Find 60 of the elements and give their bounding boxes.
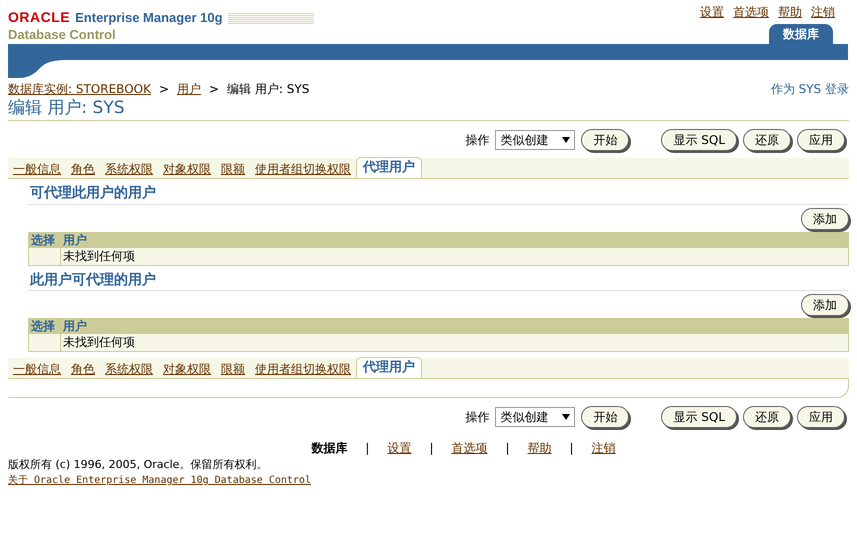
empty-message: 未找到任何项 [62, 248, 136, 265]
footer-separator: | [429, 441, 434, 456]
sub-tab[interactable]: 系统权限 [100, 360, 158, 378]
sub-tab[interactable]: 代理用户 [356, 357, 422, 378]
global-link[interactable]: 首选项 [733, 5, 769, 20]
about-link[interactable]: 关于 Oracle Enterprise Manager 10g Database Control [8, 475, 311, 486]
breadcrumb-separator: > [209, 82, 220, 96]
add-button[interactable]: 添加 [801, 208, 849, 230]
action-label: 操作 [465, 132, 490, 148]
footer-link[interactable]: 帮助 [528, 441, 552, 456]
column-header: 用户 [62, 319, 88, 334]
section-title: 此用户可代理的用户 [28, 272, 849, 292]
breadcrumb-link[interactable]: 用户 [177, 82, 202, 96]
sub-tab[interactable]: 对象权限 [158, 360, 216, 378]
oracle-logo: ORACLE [8, 9, 70, 26]
empty-message: 未找到任何项 [62, 334, 136, 352]
add-button[interactable]: 添加 [801, 294, 849, 316]
sub-tab[interactable]: 角色 [66, 160, 100, 178]
action-select[interactable]: 类似创建 [495, 130, 576, 150]
product-subtitle: Database Control [8, 26, 117, 43]
sub-tab[interactable]: 使用者组切换权限 [250, 360, 356, 378]
global-link[interactable]: 注销 [811, 5, 835, 20]
login-info: 作为 SYS 登录 [770, 82, 849, 96]
sub-tab[interactable]: 对象权限 [158, 160, 216, 178]
global-link[interactable]: 帮助 [778, 5, 802, 20]
page-title: 编辑 用户: SYS [8, 98, 849, 122]
footer-separator: | [365, 441, 370, 456]
footer-separator: | [506, 441, 510, 456]
go-button[interactable]: 开始 [581, 129, 630, 152]
sub-tab[interactable]: 系统权限 [100, 160, 158, 178]
copyright-text: 版权所有 (c) 1996, 2005, Oracle。保留所有权利。 [8, 458, 268, 472]
header-tab[interactable]: 数据库 [769, 24, 833, 44]
section-title: 可代理此用户的用户 [28, 185, 849, 205]
breadcrumb-separator: > [158, 82, 170, 96]
footer-link[interactable]: 设置 [387, 441, 412, 456]
action-button[interactable]: 显示 SQL [661, 129, 737, 152]
sub-tab[interactable]: 一般信息 [8, 360, 66, 378]
go-button[interactable]: 开始 [581, 406, 630, 428]
column-header: 用户 [62, 232, 88, 248]
footer-link[interactable]: 注销 [592, 441, 616, 456]
sub-tab[interactable]: 限额 [216, 160, 250, 178]
action-button[interactable]: 还原 [743, 129, 791, 152]
sub-tab[interactable]: 限额 [216, 360, 250, 378]
sub-tab[interactable]: 角色 [66, 360, 100, 378]
action-button[interactable]: 应用 [797, 406, 845, 428]
product-name: Enterprise Manager 10g [75, 10, 223, 26]
global-link[interactable]: 设置 [700, 5, 724, 20]
footer-link[interactable]: 首选项 [452, 441, 488, 456]
action-button[interactable]: 显示 SQL [661, 406, 737, 428]
breadcrumb-current: 编辑 用户: SYS [227, 82, 310, 96]
action-button[interactable]: 还原 [743, 406, 791, 428]
sub-tab[interactable]: 代理用户 [356, 157, 422, 178]
sub-tab[interactable]: 一般信息 [8, 160, 66, 178]
action-button[interactable]: 应用 [797, 129, 845, 152]
footer-current: 数据库 [311, 441, 348, 456]
sub-tab[interactable]: 使用者组切换权限 [250, 160, 356, 178]
footer-separator: | [570, 441, 574, 456]
action-select[interactable]: 类似创建 [495, 407, 576, 428]
action-label: 操作 [465, 410, 490, 425]
breadcrumb-link[interactable]: 数据库实例: STOREBOOK [8, 82, 151, 96]
